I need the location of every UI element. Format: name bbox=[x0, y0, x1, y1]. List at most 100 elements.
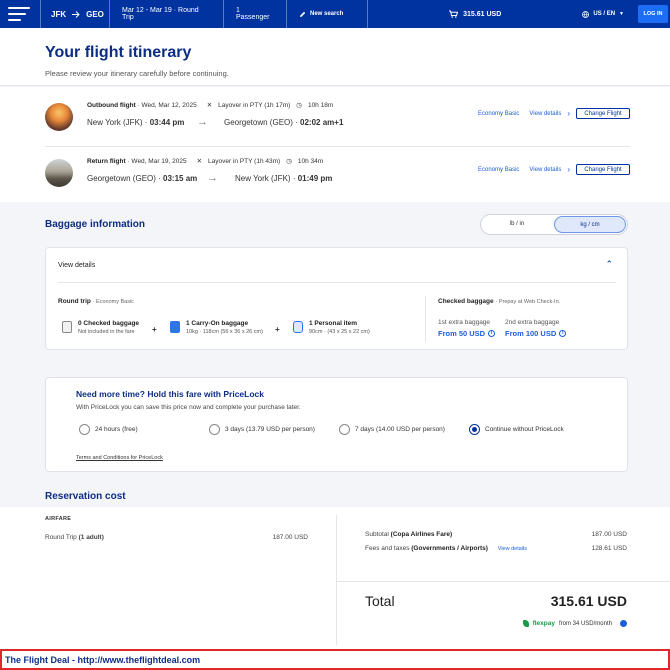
page-header: Your flight itinerary Please review your… bbox=[0, 28, 670, 86]
destination-code: GEO bbox=[86, 9, 104, 19]
flight-date: · Wed, Mar 12, 2025 bbox=[137, 101, 197, 109]
fees-amount: 128.61 USD bbox=[591, 545, 627, 552]
reservation-panel: AIRFARE Round Trip (1 adult) 187.00 USD … bbox=[0, 507, 670, 670]
origin-code: JFK bbox=[51, 9, 67, 19]
radio-button[interactable] bbox=[339, 424, 350, 435]
banner-text[interactable]: The Flight Deal - http://www.theflightde… bbox=[5, 655, 200, 665]
cart-price-label: 315.61 USD bbox=[463, 10, 502, 18]
extra-bag-price: From 100 USD bbox=[505, 329, 557, 338]
view-details-link[interactable]: View details bbox=[529, 167, 561, 173]
bag-item-detail: Not included in the fare bbox=[78, 329, 135, 335]
info-icon[interactable] bbox=[620, 620, 627, 627]
flight-list: Outbound flight · Wed, Mar 12, 2025 ✕ La… bbox=[0, 87, 670, 202]
flexpay-promo[interactable]: flexpay from 34 USD/month bbox=[522, 620, 627, 627]
page-subtitle: Please review your itinerary carefully b… bbox=[45, 69, 229, 78]
option-label: 3 days (13.79 USD per person) bbox=[225, 426, 315, 433]
top-nav: JFK GEO Mar 12 - Mar 19 · Round Trip 1 P… bbox=[0, 0, 670, 28]
flexpay-brand: flexpay bbox=[532, 620, 555, 627]
round-trip-label: Round Trip bbox=[45, 534, 77, 541]
arrival-time: 02:02 am+1 bbox=[300, 118, 344, 127]
origin-label: New York (JFK) · bbox=[87, 118, 150, 127]
layover-text: Layover in PTY (1h 43m) bbox=[208, 157, 281, 165]
baggage-title: Baggage information bbox=[45, 219, 146, 230]
unit-option-imperial[interactable]: lb / in bbox=[482, 216, 552, 233]
bag-item-detail: 90cm · (43 x 25 x 22 cm) bbox=[309, 329, 370, 335]
fare-family-link[interactable]: Economy Basic bbox=[478, 111, 519, 117]
route-summary[interactable]: JFK GEO bbox=[51, 10, 109, 19]
radio-button-selected[interactable] bbox=[469, 424, 480, 435]
radio-button[interactable] bbox=[79, 424, 90, 435]
copa-logo-icon[interactable] bbox=[8, 7, 30, 21]
round-trip-amount: 187.00 USD bbox=[272, 534, 308, 541]
new-york-photo bbox=[45, 103, 73, 131]
arrow-right-icon: → bbox=[197, 116, 208, 128]
plus-icon: + bbox=[152, 325, 157, 334]
unit-toggle[interactable]: lb / in kg / cm bbox=[480, 214, 628, 235]
pricelock-option-7d[interactable]: 7 days (14.00 USD per person) bbox=[339, 424, 445, 435]
checked-baggage-title: Checked baggage bbox=[438, 298, 494, 305]
round-trip-pax: (1 adult) bbox=[78, 534, 104, 541]
flight-header: Return flight · Wed, Mar 19, 2025 ✕ Layo… bbox=[87, 157, 324, 166]
layover-text: Layover in PTY (1h 17m) bbox=[218, 101, 291, 109]
bag-item-detail: 10kg · 118cm (56 x 36 x 26 cm) bbox=[186, 329, 263, 335]
language-selector[interactable]: US / EN ▼ bbox=[582, 10, 624, 18]
round-trip-fare: · Economy Basic bbox=[92, 299, 134, 305]
destination-label: New York (JFK) · bbox=[235, 174, 298, 183]
checked-bag-icon bbox=[62, 321, 72, 333]
layover-icon: ✕ bbox=[206, 102, 213, 109]
reservation-horizontal-divider bbox=[337, 581, 670, 582]
departure-time: 03:44 pm bbox=[149, 118, 185, 127]
fare-family-link[interactable]: Economy Basic bbox=[478, 167, 519, 173]
round-trip-cost-row: Round Trip (1 adult) 187.00 USD bbox=[45, 534, 308, 541]
chevron-up-icon[interactable]: ⌃ bbox=[605, 259, 613, 270]
duration-text: 10h 18m bbox=[307, 101, 334, 109]
flight-label: Outbound flight bbox=[87, 101, 136, 109]
fees-view-details-link[interactable]: View details bbox=[498, 546, 527, 552]
clock-icon: ◷ bbox=[286, 158, 292, 165]
flight-divider bbox=[45, 146, 630, 147]
change-flight-button[interactable]: Change Flight bbox=[576, 164, 630, 175]
info-icon[interactable]: i bbox=[488, 330, 496, 337]
destination-label: Georgetown (GEO) · bbox=[224, 118, 301, 127]
passenger-summary[interactable]: 1 Passenger bbox=[224, 0, 286, 28]
checked-baggage-note: · Prepay at Web Check-In. bbox=[495, 299, 561, 305]
flight-actions: Economy Basic View details › Change Flig… bbox=[478, 164, 630, 175]
option-label: 7 days (14.00 USD per person) bbox=[355, 426, 445, 433]
language-label: US / EN bbox=[593, 11, 616, 17]
new-search-button[interactable]: New search bbox=[287, 0, 367, 28]
pricelock-subtitle: With PriceLock you can save this price n… bbox=[76, 404, 301, 411]
flight-actions: Economy Basic View details › Change Flig… bbox=[478, 108, 630, 119]
carry-on-bag-icon bbox=[170, 321, 180, 333]
arrival-time: 01:49 pm bbox=[297, 174, 333, 183]
chevron-right-icon[interactable]: › bbox=[567, 165, 570, 174]
info-icon[interactable]: i bbox=[559, 330, 567, 337]
origin-city: Georgetown (GEO) · 03:15 am bbox=[87, 174, 197, 183]
airfare-label: AIRFARE bbox=[45, 516, 72, 522]
dates-summary[interactable]: Mar 12 - Mar 19 · Round Trip bbox=[110, 0, 223, 28]
pricelock-option-24h[interactable]: 24 hours (free) bbox=[79, 424, 138, 435]
round-trip-title: Round trip bbox=[58, 298, 91, 305]
pencil-icon bbox=[300, 11, 306, 17]
chevron-right-icon[interactable]: › bbox=[567, 109, 570, 118]
unit-option-metric[interactable]: kg / cm bbox=[554, 216, 626, 233]
extra-bag-price: From 50 USD bbox=[438, 329, 486, 338]
georgetown-photo bbox=[45, 159, 73, 187]
pricelock-option-3d[interactable]: 3 days (13.79 USD per person) bbox=[209, 424, 315, 435]
flight-date: · Wed, Mar 19, 2025 bbox=[127, 157, 187, 165]
fees-row: Fees and taxes (Governments / Airports) … bbox=[365, 545, 627, 552]
baggage-divider bbox=[58, 282, 616, 283]
flight-deal-banner: The Flight Deal - http://www.theflightde… bbox=[0, 649, 670, 670]
duration-text: 10h 34m bbox=[297, 157, 324, 165]
cart-icon bbox=[449, 10, 459, 18]
pricelock-terms-link[interactable]: Terms and Conditions for PriceLock bbox=[76, 455, 163, 461]
baggage-view-details[interactable]: View details bbox=[58, 262, 95, 269]
option-label: 24 hours (free) bbox=[95, 426, 138, 433]
change-flight-button[interactable]: Change Flight bbox=[576, 108, 630, 119]
flight-header: Outbound flight · Wed, Mar 12, 2025 ✕ La… bbox=[87, 101, 334, 110]
layover-icon: ✕ bbox=[196, 158, 203, 165]
pricelock-option-none[interactable]: Continue without PriceLock bbox=[469, 424, 564, 435]
cart-price[interactable]: 315.61 USD bbox=[368, 10, 582, 18]
radio-button[interactable] bbox=[209, 424, 220, 435]
view-details-link[interactable]: View details bbox=[529, 111, 561, 117]
login-button[interactable]: LOG IN bbox=[638, 5, 668, 23]
